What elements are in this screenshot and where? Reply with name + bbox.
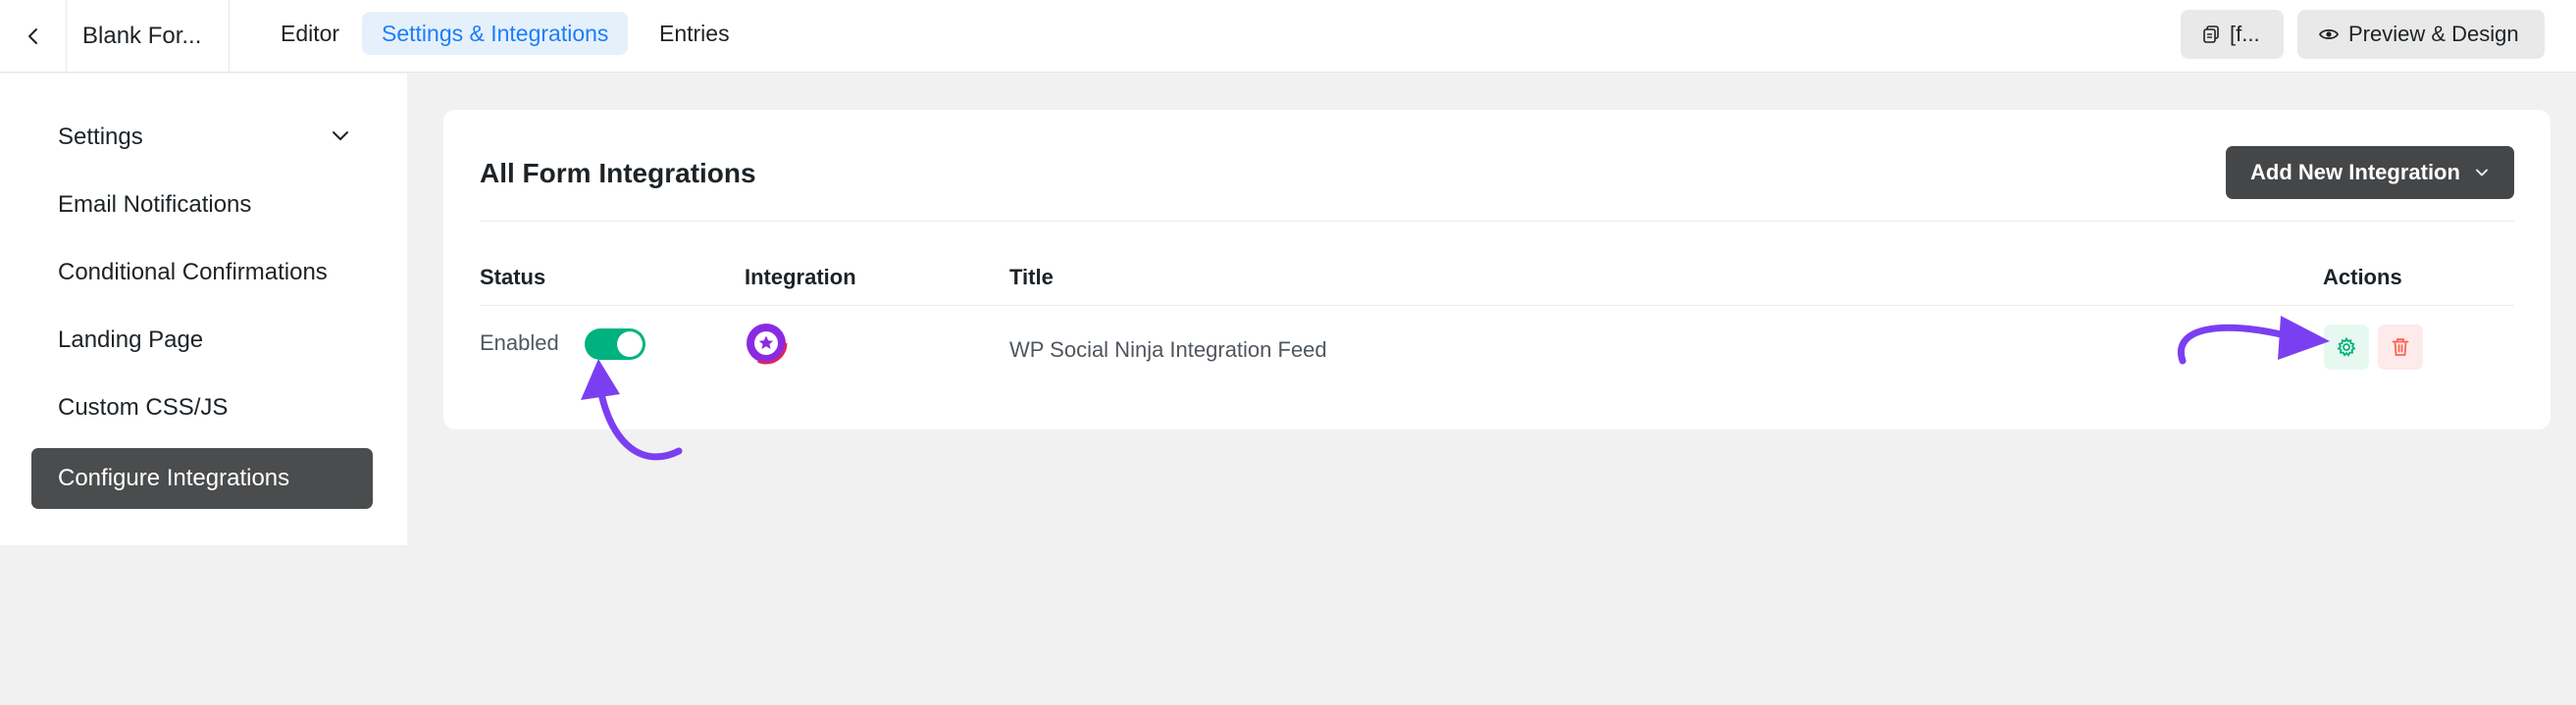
sidebar-item-email-notifications[interactable]: Email Notifications [31,175,373,235]
settings-sidebar: Settings Email Notifications Conditional… [0,74,407,545]
tab-entries[interactable]: Entries [640,12,749,55]
sidebar-item-settings[interactable]: Settings [31,107,373,168]
tab-settings-integrations[interactable]: Settings & Integrations [362,12,629,55]
form-name: Blank For... [67,0,230,73]
column-header-actions: Actions [2323,265,2402,289]
sidebar-item-label: Settings [58,124,143,150]
sidebar-item-label: Configure Integrations [58,465,290,491]
column-header-status: Status [480,265,546,289]
header-divider [480,221,2514,222]
eye-icon [2319,28,2339,40]
chevron-down-icon [2476,169,2488,176]
copy-icon [2203,25,2219,43]
chevron-left-icon [27,28,37,44]
sidebar-item-custom-css-js[interactable]: Custom CSS/JS [31,378,373,438]
annotation-arrow-actions [2177,316,2330,365]
sidebar-item-landing-page[interactable]: Landing Page [31,310,373,371]
back-button[interactable] [0,0,67,73]
sidebar-item-label: Conditional Confirmations [58,259,328,285]
trash-icon [2392,338,2409,356]
sidebar-item-conditional-confirmations[interactable]: Conditional Confirmations [31,242,373,303]
integrations-card: All Form Integrations Add New Integratio… [443,110,2550,429]
page-title: All Form Integrations [480,158,756,188]
sidebar-item-configure-integrations[interactable]: Configure Integrations [31,448,373,509]
sidebar-item-label: Email Notifications [58,191,252,218]
shortcode-label: [f... [2230,22,2260,46]
wp-social-ninja-icon [745,322,788,365]
annotation-arrow-toggle [581,359,683,461]
status-text: Enabled [480,330,559,355]
preview-design-label: Preview & Design [2348,22,2519,46]
column-header-integration: Integration [745,265,856,289]
chevron-down-icon [333,131,348,140]
preview-design-button[interactable]: Preview & Design [2297,10,2545,59]
shortcode-button[interactable]: [f... [2181,10,2284,59]
sidebar-item-label: Custom CSS/JS [58,394,229,421]
integration-title: WP Social Ninja Integration Feed [1009,337,1327,362]
tab-editor[interactable]: Editor [261,12,359,55]
sidebar-item-label: Landing Page [58,327,204,353]
delete-integration-button[interactable] [2378,325,2423,370]
add-new-integration-button[interactable]: Add New Integration [2226,146,2514,199]
gear-icon [2337,337,2356,357]
top-bar: Blank For... Editor Settings & Integrati… [0,0,2576,73]
add-new-integration-label: Add New Integration [2250,160,2460,184]
column-header-title: Title [1009,265,1054,289]
